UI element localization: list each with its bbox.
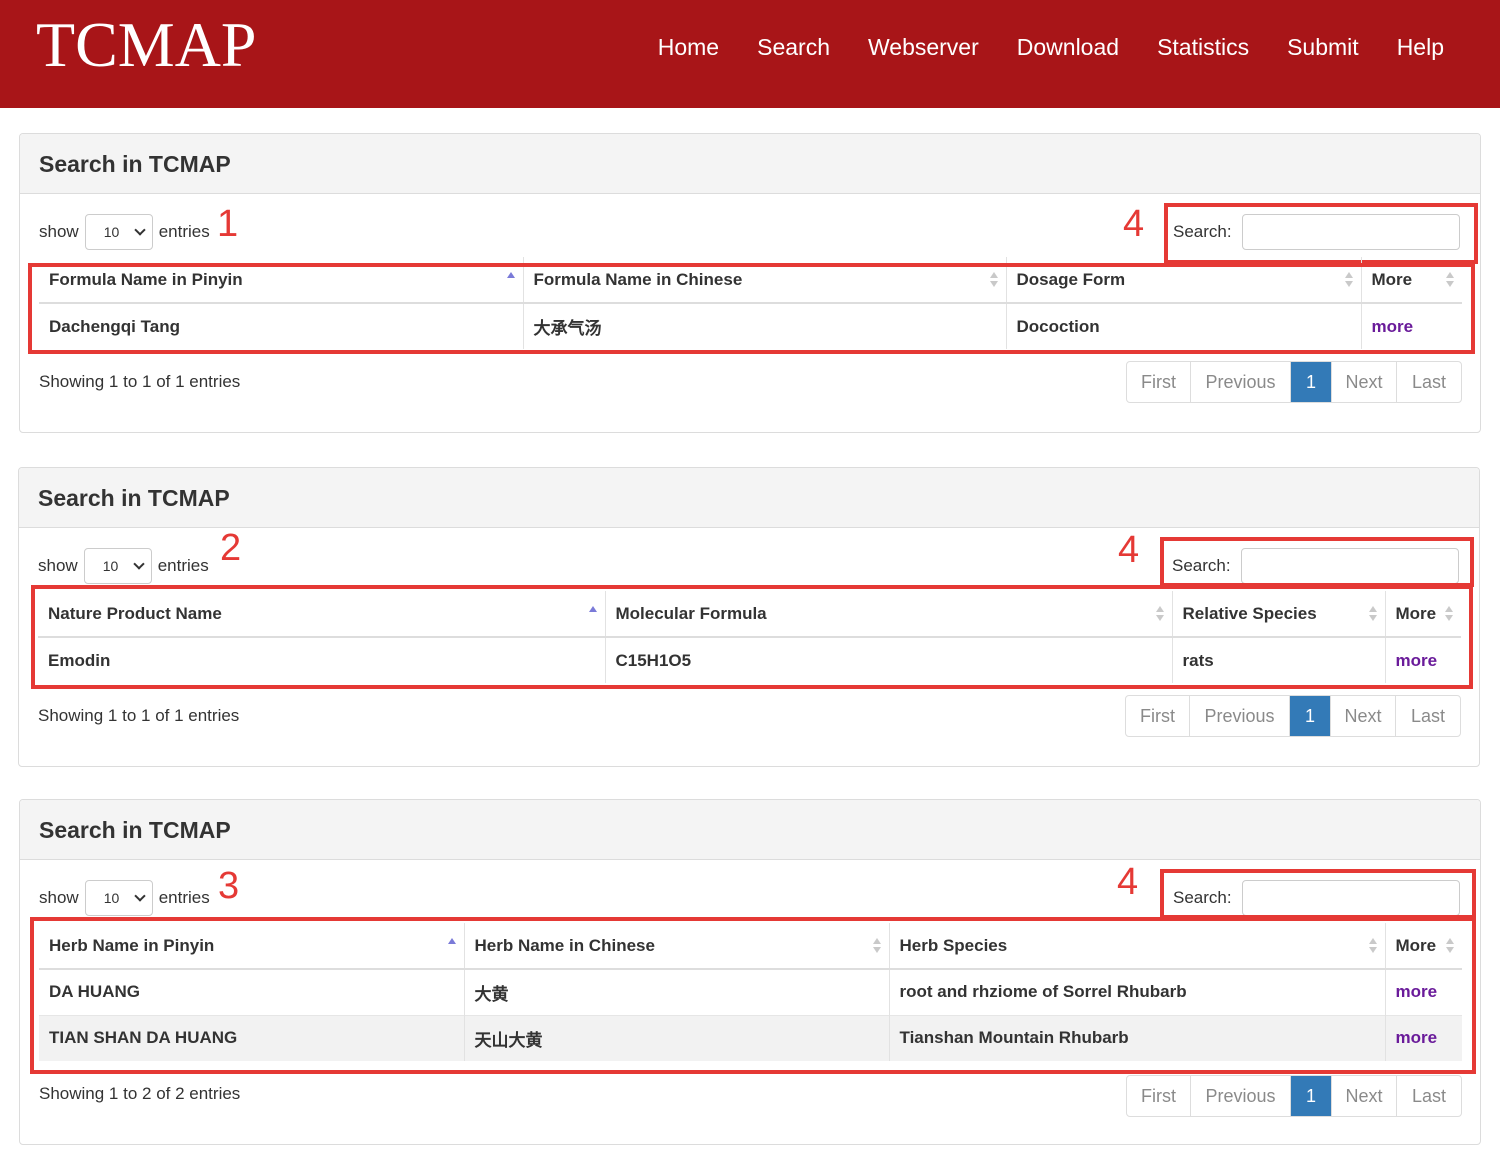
search-panel-herb: Search in TCMAP show 10 entries 3 4 Sear… <box>19 799 1481 1145</box>
table-highlight-box <box>30 917 1476 1074</box>
page-length-value: 10 <box>102 558 119 574</box>
annotation-marker: 2 <box>220 527 242 569</box>
page-length-control: show 10 entries <box>38 548 209 584</box>
annotation-marker: 3 <box>218 865 240 907</box>
nav-webserver[interactable]: Webserver <box>868 32 979 62</box>
chevron-down-icon <box>134 224 146 236</box>
nav-search[interactable]: Search <box>757 32 830 62</box>
panel-title: Search in TCMAP <box>38 485 230 511</box>
pager-first[interactable]: First <box>1127 362 1191 402</box>
chevron-down-icon <box>134 890 146 902</box>
show-label: show <box>39 888 79 907</box>
pager-page-1[interactable]: 1 <box>1291 362 1332 402</box>
panel-header <box>20 800 1480 860</box>
pager-last[interactable]: Last <box>1397 362 1461 402</box>
annotation-marker-search: 4 <box>1117 861 1139 903</box>
pager-previous[interactable]: Previous <box>1191 362 1291 402</box>
table-info: Showing 1 to 2 of 2 entries <box>39 1084 241 1103</box>
table-highlight-box <box>28 263 1475 354</box>
page-length-value: 10 <box>103 224 120 240</box>
pager-previous[interactable]: Previous <box>1191 1076 1291 1116</box>
pager-next[interactable]: Next <box>1331 696 1396 736</box>
search-highlight-box <box>1164 203 1478 264</box>
search-panel-formula: Search in TCMAP show 10 entries 1 4 Sear… <box>19 133 1481 433</box>
pager-next[interactable]: Next <box>1332 1076 1397 1116</box>
nav-help[interactable]: Help <box>1397 32 1444 62</box>
search-highlight-box <box>1160 869 1476 919</box>
pagination: First Previous 1 Next Last <box>1125 695 1461 737</box>
table-info: Showing 1 to 1 of 1 entries <box>39 372 241 391</box>
page-length-control: show 10 entries <box>39 880 210 916</box>
site-logo[interactable]: TCMAP <box>36 10 257 80</box>
panel-title: Search in TCMAP <box>39 817 231 843</box>
pager-last[interactable]: Last <box>1396 696 1460 736</box>
navbar: TCMAP Home Search Webserver Download Sta… <box>0 0 1500 108</box>
pager-last[interactable]: Last <box>1397 1076 1461 1116</box>
nav-submit[interactable]: Submit <box>1287 32 1359 62</box>
pager-first[interactable]: First <box>1127 1076 1191 1116</box>
pager-page-1[interactable]: 1 <box>1290 696 1331 736</box>
search-highlight-box <box>1160 537 1474 587</box>
annotation-marker-search: 4 <box>1123 203 1145 245</box>
table-highlight-box <box>31 585 1473 689</box>
page-length-select[interactable]: 10 <box>83 548 152 584</box>
show-label: show <box>38 556 78 575</box>
panel-header <box>19 468 1479 528</box>
chevron-down-icon <box>133 558 145 570</box>
pagination: First Previous 1 Next Last <box>1126 1075 1462 1117</box>
page-length-select[interactable]: 10 <box>84 214 153 250</box>
pager-page-1[interactable]: 1 <box>1291 1076 1332 1116</box>
entries-label: entries <box>158 888 210 907</box>
page-length-control: show 10 entries <box>39 214 210 250</box>
pager-first[interactable]: First <box>1126 696 1190 736</box>
page-length-select[interactable]: 10 <box>84 880 153 916</box>
entries-label: entries <box>157 556 209 575</box>
annotation-marker: 1 <box>217 203 239 245</box>
nav-home[interactable]: Home <box>658 32 719 62</box>
panel-title: Search in TCMAP <box>39 151 231 177</box>
page-length-value: 10 <box>103 890 120 906</box>
annotation-marker-search: 4 <box>1118 529 1140 571</box>
table-info: Showing 1 to 1 of 1 entries <box>38 706 240 725</box>
show-label: show <box>39 222 79 241</box>
pager-next[interactable]: Next <box>1332 362 1397 402</box>
search-panel-natural-product: Search in TCMAP show 10 entries 2 4 Sear… <box>18 467 1480 767</box>
nav-download[interactable]: Download <box>1017 32 1119 62</box>
panel-header <box>20 134 1480 194</box>
entries-label: entries <box>158 222 210 241</box>
pagination: First Previous 1 Next Last <box>1126 361 1462 403</box>
pager-previous[interactable]: Previous <box>1190 696 1290 736</box>
nav-statistics[interactable]: Statistics <box>1157 32 1249 62</box>
main-nav: Home Search Webserver Download Statistic… <box>620 32 1444 62</box>
